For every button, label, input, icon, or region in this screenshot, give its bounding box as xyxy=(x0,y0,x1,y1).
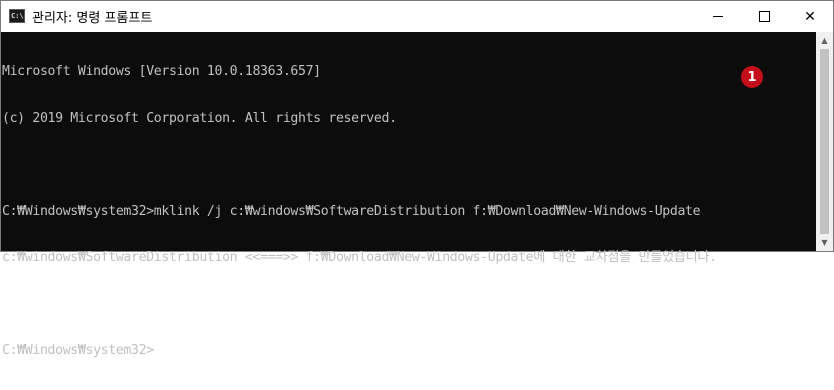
maximize-icon xyxy=(758,11,770,22)
window-title: 관리자: 명령 프롬프트 xyxy=(32,11,153,26)
maximize-button[interactable] xyxy=(741,1,787,32)
scroll-thumb[interactable] xyxy=(820,49,829,234)
scroll-down-arrow-icon[interactable]: ▼ xyxy=(816,234,833,251)
console-app-icon[interactable]: C:\ xyxy=(9,9,25,23)
console-output[interactable]: Microsoft Windows [Version 10.0.18363.65… xyxy=(1,32,816,358)
step-number-badge: 1 xyxy=(741,66,763,88)
minimize-icon xyxy=(713,16,723,17)
console-line-copyright: (c) 2019 Microsoft Corporation. All righ… xyxy=(2,110,397,126)
console-line-prompt: C:₩Windows₩system32> xyxy=(2,343,154,358)
console-line-blank-2 xyxy=(2,297,816,313)
console-line-version: Microsoft Windows [Version 10.0.18363.65… xyxy=(2,64,321,79)
console-line-result: c:₩windows₩SoftwareDistribution <<===>> … xyxy=(2,250,717,265)
console-line-command: C:₩Windows₩system32>mklink /j c:₩windows… xyxy=(2,203,701,219)
vertical-scrollbar[interactable]: ▲ ▼ xyxy=(816,32,833,251)
title-bar[interactable]: C:\ 관리자: 명령 프롬프트 ✕ xyxy=(1,1,833,32)
scroll-up-arrow-icon[interactable]: ▲ xyxy=(816,32,833,49)
close-button[interactable]: ✕ xyxy=(787,1,833,32)
close-icon: ✕ xyxy=(804,8,816,25)
minimize-button[interactable] xyxy=(695,1,741,32)
command-prompt-window: C:\ 관리자: 명령 프롬프트 ✕ Microsoft Windows [Ve… xyxy=(0,0,834,358)
